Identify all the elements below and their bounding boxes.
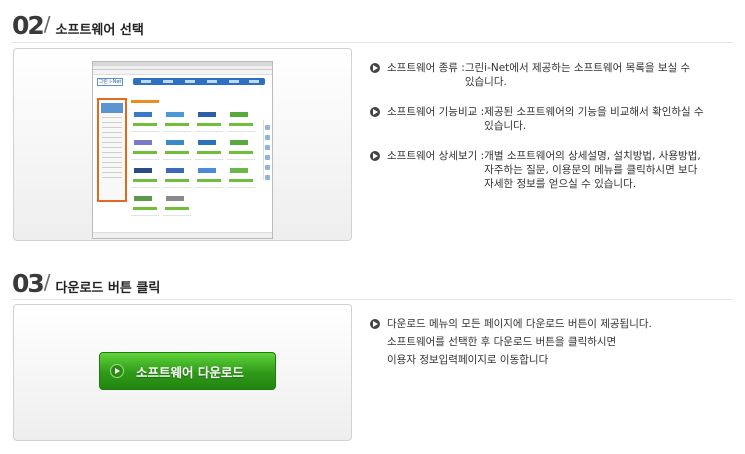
software-card <box>163 165 191 188</box>
description-line-row: 소프트웨어를 선택한 후 다운로드 버튼을 클릭하시면 <box>370 333 652 351</box>
software-card <box>163 193 191 216</box>
play-bullet-icon <box>370 107 380 117</box>
item-term: 소프트웨어 종류 : <box>387 62 465 74</box>
play-bullet-icon <box>370 63 380 73</box>
step-title: 소프트웨어 선택 <box>55 23 144 38</box>
step-02-header: 02 / 소프트웨어 선택 <box>12 8 144 38</box>
step-number: 02 <box>12 11 45 40</box>
list-item: 소프트웨어 기능비교 : 제공된 소프트웨어의 기능을 비교해서 확인하실 수 … <box>370 105 704 133</box>
item-definition: 개별 소프트웨어의 상세설명, 설치방법, 사용방법, 자주하는 질문, 이용문… <box>484 150 701 190</box>
divider <box>12 42 733 43</box>
site-nav <box>133 78 265 85</box>
description-line: 소프트웨어를 선택한 후 다운로드 버튼을 클릭하시면 <box>387 336 617 348</box>
item-term: 소프트웨어 상세보기 : <box>387 150 485 162</box>
site-header: 그린 i-Net <box>93 75 272 89</box>
software-card <box>195 109 223 132</box>
step-number: 03 <box>12 269 45 298</box>
item-term: 소프트웨어 기능비교 : <box>387 106 485 118</box>
list-item: 소프트웨어 상세보기 : 개별 소프트웨어의 상세설명, 설치방법, 사용방법,… <box>370 149 704 191</box>
step-slash-icon: / <box>43 12 51 36</box>
software-card <box>195 137 223 160</box>
play-icon <box>110 364 124 378</box>
software-card <box>227 165 255 188</box>
software-list-screenshot: 그린 i-Net <box>92 61 273 239</box>
software-card <box>131 137 159 160</box>
description-line: 다운로드 메뉴의 모든 페이지에 다운로드 버튼이 제공됩니다. <box>387 318 652 330</box>
play-bullet-icon <box>370 319 380 329</box>
software-download-button[interactable]: 소프트웨어 다운로드 <box>99 352 276 390</box>
list-item: 소프트웨어 종류 : 그린i-Net에서 제공하는 소프트웨어 목록을 보실 수… <box>370 61 704 89</box>
software-select-panel: 그린 i-Net <box>13 48 352 241</box>
step-slash-icon: / <box>43 270 51 294</box>
step-03-header: 03 / 다운로드 버튼 클릭 <box>12 266 160 296</box>
step-title: 다운로드 버튼 클릭 <box>55 281 161 296</box>
software-card <box>163 137 191 160</box>
item-definition: 제공된 소프트웨어의 기능을 비교해서 확인하실 수 있습니다. <box>484 106 704 132</box>
software-card <box>195 165 223 188</box>
software-card <box>131 109 159 132</box>
site-logo: 그린 i-Net <box>97 78 123 86</box>
download-description: 다운로드 메뉴의 모든 페이지에 다운로드 버튼이 제공됩니다. 소프트웨어를 … <box>370 315 652 369</box>
list-item: 다운로드 메뉴의 모든 페이지에 다운로드 버튼이 제공됩니다. <box>370 315 652 333</box>
divider <box>12 299 733 300</box>
software-card <box>227 109 255 132</box>
item-definition: 그린i-Net에서 제공하는 소프트웨어 목록을 보실 수 있습니다. <box>464 62 691 88</box>
download-button-label: 소프트웨어 다운로드 <box>136 364 244 380</box>
highlighted-sidebar-menu <box>97 98 127 202</box>
software-card <box>163 109 191 132</box>
software-card <box>131 165 159 188</box>
description-line-row: 이용자 정보입력페이지로 이동합니다 <box>370 351 652 369</box>
software-select-description: 소프트웨어 종류 : 그린i-Net에서 제공하는 소프트웨어 목록을 보실 수… <box>370 61 704 207</box>
play-bullet-icon <box>370 151 380 161</box>
description-line: 이용자 정보입력페이지로 이동합니다 <box>387 354 549 366</box>
software-grid <box>131 100 257 216</box>
download-panel: 소프트웨어 다운로드 <box>13 304 352 441</box>
site-footer <box>93 232 272 238</box>
quick-menu <box>263 120 270 180</box>
software-card <box>131 193 159 216</box>
software-card <box>227 137 255 160</box>
